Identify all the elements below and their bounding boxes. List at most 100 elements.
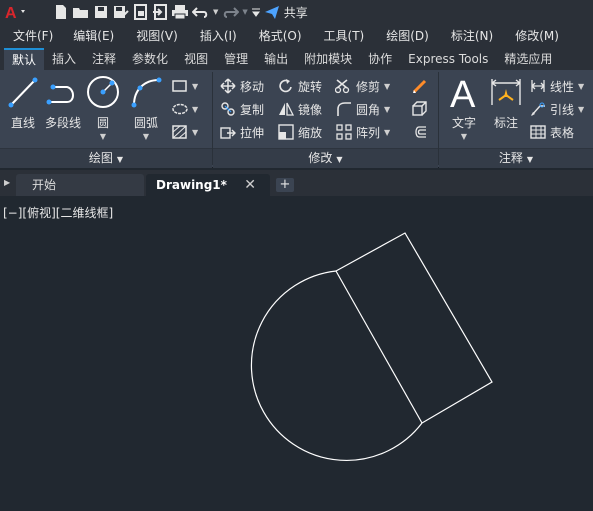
menu-format[interactable]: 格式(O) [259, 27, 302, 44]
redo-dropdown-icon[interactable]: ▼ [242, 2, 247, 22]
trim-dropdown-icon[interactable]: ▼ [384, 82, 390, 91]
linear-dimension-tool[interactable]: 线性 ▼ [529, 76, 584, 96]
drawing-canvas[interactable] [0, 196, 593, 511]
menu-dimension[interactable]: 标注(N) [451, 27, 493, 44]
rotate-label: 旋转 [298, 79, 323, 94]
open-folder-icon[interactable] [72, 2, 90, 22]
file-tab-bar: ▶ 开始 Drawing1* ✕ + [0, 170, 593, 196]
dimension-tool[interactable]: 标注 [487, 74, 525, 131]
tab-parametric[interactable]: 参数化 [124, 48, 176, 70]
menu-view[interactable]: 视图(V) [136, 27, 178, 44]
scale-tool[interactable]: 缩放 [277, 122, 322, 142]
tab-collaborate[interactable]: 协作 [360, 48, 400, 70]
viewport-controls[interactable]: [−][俯视][二维线框] [3, 204, 113, 221]
menu-tools[interactable]: 工具(T) [324, 27, 365, 44]
tab-manage[interactable]: 管理 [216, 48, 256, 70]
modify-panel-footer[interactable]: 修改 ▼ [213, 148, 438, 168]
explode-tool[interactable] [411, 99, 429, 119]
mirror-icon [279, 102, 294, 116]
print-icon[interactable] [171, 2, 189, 22]
copy-tool[interactable]: 复制 [219, 99, 264, 119]
tab-annotate[interactable]: 注释 [84, 48, 124, 70]
arc-dropdown-icon[interactable]: ▼ [126, 132, 166, 141]
rotate-tool[interactable]: 旋转 [277, 76, 322, 96]
drawing-geometry [250, 232, 493, 462]
tab-featured-apps[interactable]: 精选应用 [496, 48, 560, 70]
dimension-label: 标注 [493, 116, 518, 130]
move-label: 移动 [240, 79, 265, 94]
circle-tool[interactable]: 圆 ▼ [84, 74, 122, 141]
app-menu-button[interactable]: A [4, 2, 30, 22]
erase-tool[interactable] [411, 76, 429, 96]
menu-file[interactable]: 文件(F) [13, 27, 53, 44]
undo-icon[interactable] [192, 2, 210, 22]
plus-icon: + [279, 177, 291, 192]
tab-menu-icon[interactable]: ▶ [4, 178, 10, 187]
leader-tool[interactable]: 引线 ▼ [529, 99, 584, 119]
text-tool[interactable]: A 文字 ▼ [445, 74, 483, 141]
rectangle-dropdown-icon[interactable]: ▼ [192, 82, 198, 91]
menu-draw[interactable]: 绘图(D) [386, 27, 429, 44]
menu-edit[interactable]: 编辑(E) [73, 27, 114, 44]
polyline-tool[interactable]: 多段线 [42, 74, 84, 131]
fillet-dropdown-icon[interactable]: ▼ [384, 105, 390, 114]
trim-tool[interactable]: 修剪 ▼ [335, 76, 390, 96]
tab-drawing1[interactable]: Drawing1* ✕ [146, 174, 270, 196]
menu-modify[interactable]: 修改(M) [515, 27, 559, 44]
save-as-icon[interactable] [112, 2, 130, 22]
share-button[interactable]: 共享 [264, 2, 308, 22]
publish-icon[interactable] [133, 2, 149, 22]
fillet-tool[interactable]: 圆角 ▼ [335, 99, 390, 119]
ellipse-icon [172, 103, 188, 115]
draw-panel-title: 绘图 [88, 151, 113, 165]
ribbon-tab-bar: 默认 插入 注释 参数化 视图 管理 输出 附加模块 协作 Express To… [0, 46, 593, 70]
undo-dropdown-icon[interactable]: ▼ [213, 2, 218, 22]
save-icon[interactable] [93, 2, 109, 22]
arc-tool[interactable]: 圆弧 ▼ [126, 74, 166, 141]
tab-addins[interactable]: 附加模块 [296, 48, 360, 70]
share-label: 共享 [283, 5, 308, 20]
leader-icon [531, 102, 545, 116]
ellipse-dropdown-icon[interactable]: ▼ [192, 105, 198, 114]
line-label: 直线 [10, 116, 35, 130]
redo-icon[interactable] [221, 2, 240, 22]
rectangle-shape [335, 232, 493, 424]
leader-dropdown-icon[interactable]: ▼ [578, 105, 584, 114]
hatch-dropdown-icon[interactable]: ▼ [192, 128, 198, 137]
table-tool[interactable]: 表格 [529, 122, 574, 142]
mirror-tool[interactable]: 镜像 [277, 99, 322, 119]
move-tool[interactable]: 移动 [219, 76, 264, 96]
close-tab-icon[interactable]: ✕ [244, 174, 256, 196]
new-tab-button[interactable]: + [276, 178, 294, 192]
stretch-tool[interactable]: 拉伸 [219, 122, 264, 142]
new-file-icon[interactable] [53, 2, 69, 22]
customize-toolbar-icon[interactable] [251, 2, 261, 22]
scale-label: 缩放 [298, 125, 323, 140]
menu-insert[interactable]: 插入(I) [200, 27, 237, 44]
text-dropdown-icon[interactable]: ▼ [445, 132, 483, 141]
rectangle-icon [172, 80, 187, 92]
annotation-panel: A 文字 ▼ 标注 线性 ▼ 引线 ▼ 表格 注释 ▼ [439, 70, 593, 168]
array-tool[interactable]: 阵列 ▼ [335, 122, 390, 142]
tab-start[interactable]: 开始 [16, 174, 144, 196]
offset-icon [415, 126, 426, 138]
ellipse-tool[interactable]: ▼ [172, 99, 198, 119]
line-tool[interactable]: 直线 [4, 74, 42, 131]
rectangle-tool[interactable]: ▼ [172, 76, 198, 96]
circle-dropdown-icon[interactable]: ▼ [84, 132, 122, 141]
tab-default[interactable]: 默认 [4, 48, 45, 70]
linear-dropdown-icon[interactable]: ▼ [578, 82, 584, 91]
tab-insert[interactable]: 插入 [44, 48, 84, 70]
array-dropdown-icon[interactable]: ▼ [384, 128, 390, 137]
trim-label: 修剪 [356, 79, 381, 94]
annotation-panel-footer[interactable]: 注释 ▼ [439, 148, 593, 168]
import-icon[interactable] [152, 2, 168, 22]
hatch-icon [172, 125, 187, 139]
hatch-tool[interactable]: ▼ [172, 122, 198, 142]
tab-view[interactable]: 视图 [176, 48, 216, 70]
arc-icon [131, 77, 162, 108]
draw-panel-footer[interactable]: 绘图 ▼ [0, 148, 212, 168]
tab-express-tools[interactable]: Express Tools [400, 48, 496, 70]
offset-tool[interactable] [411, 122, 429, 142]
tab-output[interactable]: 输出 [256, 48, 296, 70]
